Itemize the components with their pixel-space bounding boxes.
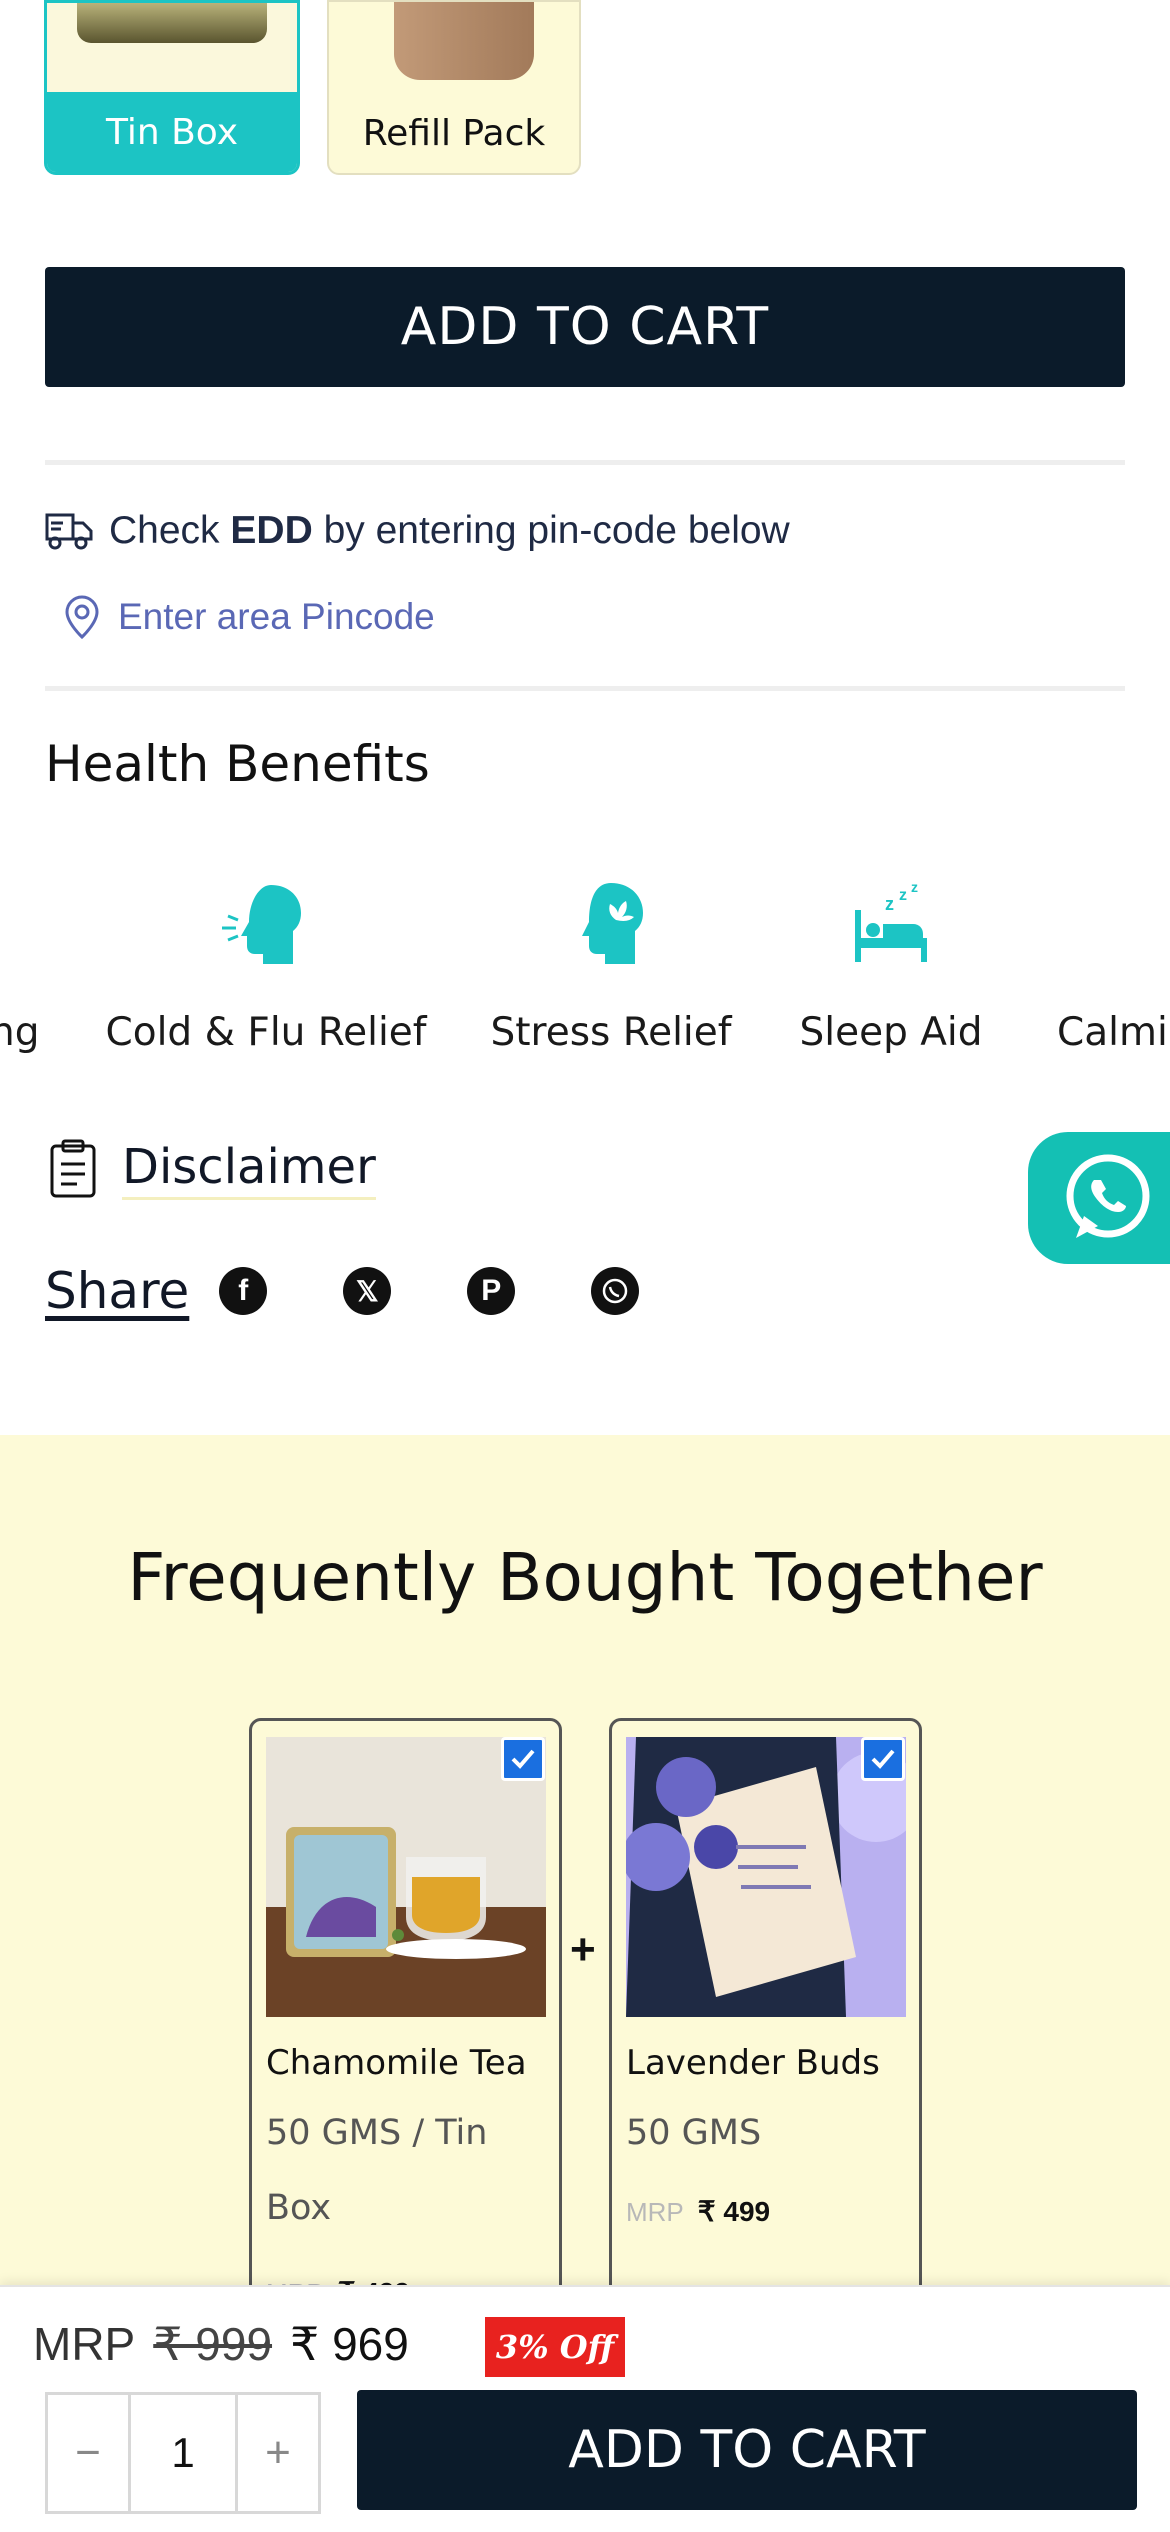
delivery-truck-icon: [45, 513, 93, 550]
fbt-product-card[interactable]: Chamomile Tea 50 GMS / Tin Box MRP ₹ 499: [249, 1718, 562, 2318]
quantity-value[interactable]: 1: [128, 2395, 238, 2511]
benefit-label: ng: [0, 1010, 40, 1055]
edd-suffix: by entering pin-code below: [323, 509, 790, 552]
location-pin-icon: [65, 595, 99, 639]
edd-info: Check EDD by entering pin-code below: [45, 505, 790, 557]
refill-pack-image: [394, 2, 534, 80]
current-price: ₹ 969: [290, 2318, 409, 2370]
whatsapp-chat-button[interactable]: [1028, 1132, 1170, 1264]
product-price: MRP ₹ 499: [626, 2195, 770, 2228]
divider: [45, 460, 1125, 465]
price-summary: MRP ₹ 999 ₹ 969: [33, 2317, 409, 2371]
whatsapp-icon[interactable]: [591, 1267, 640, 1315]
fbt-title: Frequently Bought Together: [127, 1539, 1043, 1616]
product-checkbox[interactable]: [501, 1737, 545, 1781]
head-breath-icon: [222, 885, 301, 964]
product-checkbox[interactable]: [861, 1737, 905, 1781]
fbt-product-card[interactable]: Lavender Buds 50 GMS MRP ₹ 499: [609, 1718, 922, 2318]
benefit-label: Sleep Aid: [799, 1010, 983, 1055]
tin-box-image: [77, 3, 267, 43]
facebook-icon[interactable]: f: [219, 1267, 268, 1315]
health-benefits-title: Health Benefits: [45, 735, 430, 793]
sticky-cart-bar: MRP ₹ 999 ₹ 969 3% Off − 1 + ADD TO CART: [0, 2285, 1170, 2532]
clipboard-icon: [50, 1139, 96, 1198]
mrp-label: MRP: [626, 2197, 684, 2227]
disclaimer-link[interactable]: Disclaimer: [48, 1138, 376, 1200]
svg-text:z: z: [911, 880, 918, 895]
discount-badge: 3% Off: [485, 2317, 625, 2377]
benefit-label: Stress Relief: [490, 1010, 732, 1055]
whatsapp-icon: [1066, 1154, 1150, 1238]
svg-text:z: z: [885, 894, 894, 914]
decrease-quantity-button[interactable]: −: [48, 2395, 128, 2511]
quantity-stepper: − 1 +: [45, 2392, 321, 2514]
product-name: Lavender Buds: [626, 2043, 880, 2083]
share-label: Share: [45, 1262, 190, 1320]
pincode-placeholder: Enter area Pincode: [118, 596, 435, 637]
benefit-label: Calmi: [1057, 1010, 1168, 1055]
old-price: ₹ 999: [153, 2318, 273, 2370]
add-to-cart-button[interactable]: ADD TO CART: [45, 267, 1125, 387]
pack-option-refill-pack[interactable]: Refill Pack: [327, 0, 581, 175]
pack-option-label: Refill Pack: [362, 112, 546, 154]
divider: [45, 686, 1125, 691]
product-variant: 50 GMS: [626, 2113, 762, 2153]
increase-quantity-button[interactable]: +: [238, 2395, 318, 2511]
edd-prefix: Check: [109, 509, 220, 552]
add-to-cart-button[interactable]: ADD TO CART: [357, 2390, 1137, 2510]
pack-option-tin-box[interactable]: Tin Box: [44, 0, 300, 175]
mrp-label: MRP: [33, 2318, 136, 2370]
product-name: Chamomile Tea: [266, 2043, 527, 2083]
price-value: ₹ 499: [697, 2196, 771, 2227]
pincode-input[interactable]: Enter area Pincode: [64, 590, 435, 644]
pinterest-icon[interactable]: P: [467, 1267, 516, 1315]
edd-bold: EDD: [230, 509, 313, 552]
head-lotus-icon: [582, 883, 643, 964]
x-icon[interactable]: 𝕏: [343, 1267, 392, 1315]
disclaimer-label: Disclaimer: [122, 1139, 376, 1200]
svg-text:z: z: [899, 887, 907, 904]
plus-sign: +: [570, 1925, 596, 1974]
product-variant: 50 GMS / Tin Box: [266, 2113, 488, 2228]
bed-sleep-icon: z z z: [855, 880, 927, 962]
share-row: Share f 𝕏 P: [45, 1262, 715, 1320]
pack-option-label: Tin Box: [47, 92, 297, 172]
benefit-label: Cold & Flu Relief: [105, 1010, 427, 1055]
